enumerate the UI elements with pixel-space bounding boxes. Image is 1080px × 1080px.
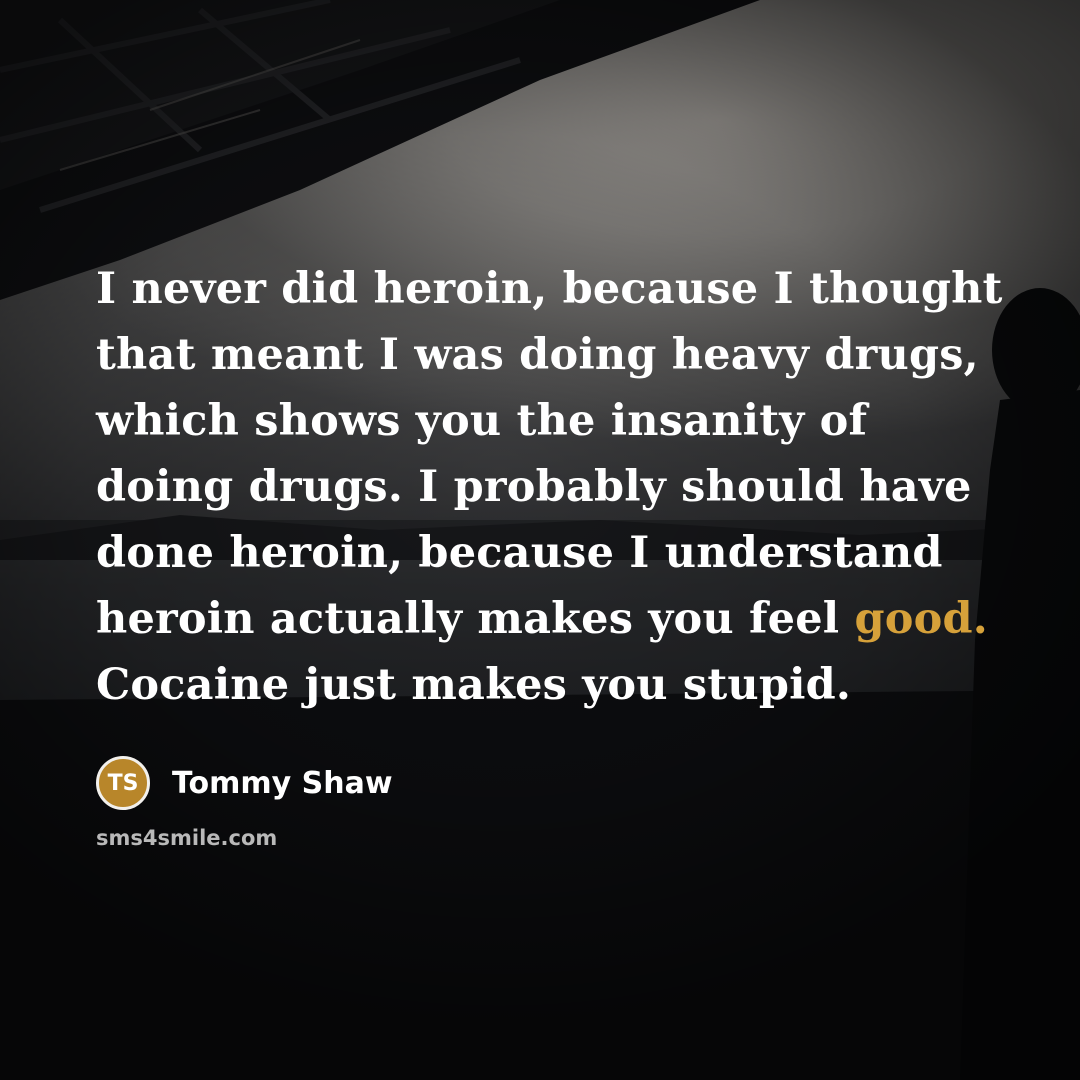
author-avatar: TS [96, 756, 150, 810]
quote-line: heroin actually makes you feel [96, 594, 855, 644]
quote-line: that meant I was doing heavy drugs, [96, 330, 979, 380]
quote-line-with-highlight: heroin actually makes you feel good. [96, 586, 996, 652]
quote-line: Cocaine just makes you stupid. [96, 660, 852, 710]
author-name: Tommy Shaw [172, 765, 393, 801]
quote-line: done heroin, because I understand [96, 528, 943, 578]
quote-line: which shows you the insanity of [96, 396, 868, 446]
highlight-word: good. [854, 594, 988, 644]
quote-card: I never did heroin, because I thought th… [0, 0, 1080, 1080]
quote-line: I never did heroin, because I thought [96, 264, 1003, 314]
author-block: TS Tommy Shaw [96, 755, 393, 811]
site-watermark: sms4smile.com [96, 826, 278, 850]
quote-text: I never did heroin, because I thought th… [96, 256, 1003, 718]
quote-line: doing drugs. I probably should have [96, 462, 972, 512]
